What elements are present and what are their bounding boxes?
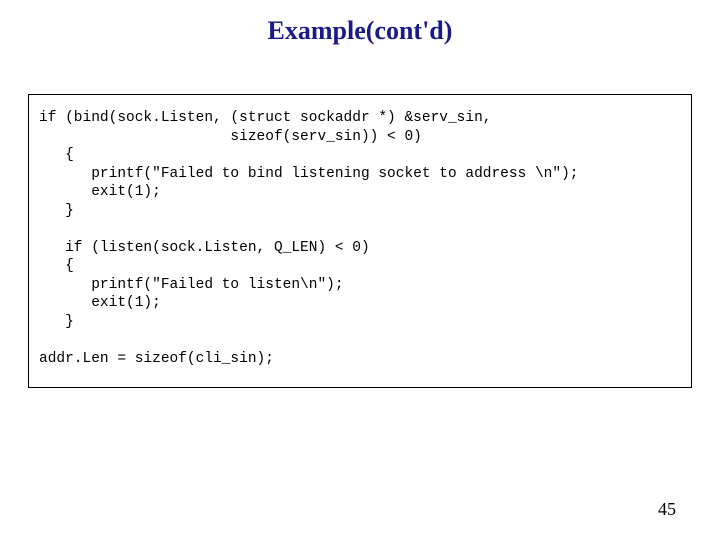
- page-number: 45: [658, 499, 676, 520]
- slide: Example(cont'd) if (bind(sock.Listen, (s…: [0, 0, 720, 540]
- code-block: if (bind(sock.Listen, (struct sockaddr *…: [28, 94, 692, 388]
- slide-title: Example(cont'd): [28, 16, 692, 46]
